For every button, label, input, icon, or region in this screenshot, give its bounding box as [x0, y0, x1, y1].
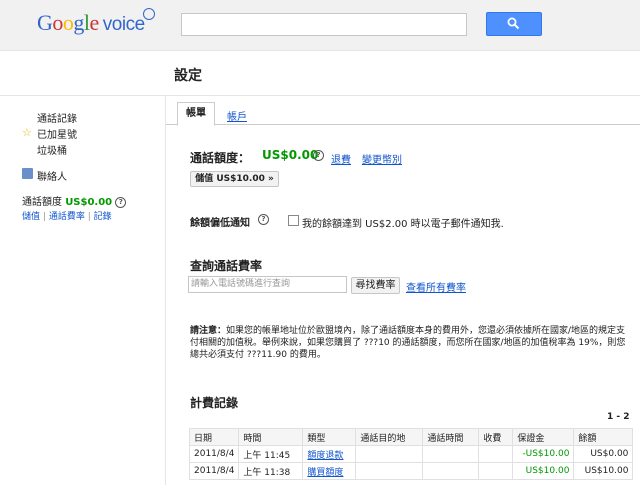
- sidebar-item-history[interactable]: 通話記錄: [37, 110, 77, 125]
- low-balance-checkbox[interactable]: [288, 215, 299, 226]
- cell-deposit: US$10.00: [512, 462, 575, 480]
- history-title: 計費記錄: [190, 396, 239, 410]
- column-header: 餘額: [573, 428, 634, 446]
- all-rates-link[interactable]: 查看所有費率: [406, 279, 466, 294]
- top-bar: Google voice: [0, 0, 640, 51]
- low-balance-label: 餘額偏低通知: [190, 218, 250, 229]
- star-icon: ☆: [22, 126, 32, 139]
- cell-deposit: -US$10.00: [512, 445, 575, 463]
- search-button[interactable]: [486, 12, 542, 36]
- note-label: 請注意：: [190, 326, 227, 336]
- note-text: 如果您的帳單地址位於歐盟境內，除了通話額度本身的費用外，您還必須依據所在國家/地…: [190, 326, 626, 360]
- cell-balance: US$10.00: [573, 462, 634, 480]
- sidebar-history-link[interactable]: 記錄: [94, 212, 112, 222]
- sidebar-item-contacts[interactable]: 聯絡人: [37, 168, 67, 183]
- topup-button[interactable]: 儲值 US$10.00 »: [190, 171, 279, 187]
- change-currency-link[interactable]: 變更幣別: [362, 151, 402, 166]
- column-header: 類型: [302, 428, 357, 446]
- cell-duration: [422, 445, 480, 463]
- separator: |: [87, 212, 91, 222]
- tab-account[interactable]: 帳戶: [227, 108, 247, 123]
- logo-letter: o: [52, 10, 63, 35]
- tab-underline: [166, 124, 640, 125]
- search-input[interactable]: [181, 13, 467, 36]
- column-header: 通話目的地: [355, 428, 424, 446]
- sidebar-credit-links: 儲值 | 通話費率 | 記錄: [22, 209, 112, 222]
- type-link[interactable]: 購買額度: [307, 468, 343, 478]
- column-header: 收費: [478, 428, 514, 446]
- rates-search-input[interactable]: 請輸入電話號碼進行查詢: [188, 276, 347, 293]
- find-rates-button[interactable]: 尋找費率: [351, 277, 400, 294]
- cell-balance: US$0.00: [573, 445, 634, 463]
- logo-letter: g: [73, 10, 84, 35]
- cell-charge: [478, 462, 514, 480]
- logo-voice-text: voice: [102, 14, 145, 35]
- cell-duration: [422, 462, 480, 480]
- phone-waves-icon: [143, 8, 155, 20]
- cell-charge: [478, 445, 514, 463]
- cell-time: 上午 11:45: [238, 445, 304, 463]
- table-row: 2011/8/4 上午 11:45 額度退款 -US$10.00 US$0.00: [188, 445, 634, 463]
- column-header: 時間: [238, 428, 304, 446]
- credit-amount: US$0.00: [262, 148, 319, 162]
- pager: 1 - 2: [607, 412, 630, 422]
- sidebar-rates-link[interactable]: 通話費率: [49, 212, 85, 222]
- logo-letter: e: [89, 10, 100, 35]
- column-header: 日期: [188, 428, 240, 446]
- vat-note: 請注意：如果您的帳單地址位於歐盟境內，除了通話額度本身的費用外，您還必須依據所在…: [190, 325, 630, 361]
- contacts-icon: [22, 168, 33, 179]
- logo-letter: G: [37, 10, 53, 35]
- table-header-row: 日期 時間 類型 通話目的地 通話時間 收費 保證金 餘額: [188, 428, 634, 446]
- cell-type: 額度退款: [302, 445, 357, 463]
- cell-destination: [355, 445, 424, 463]
- column-header: 保證金: [512, 428, 575, 446]
- cell-date: 2011/8/4: [188, 462, 240, 480]
- billing-table: 日期 時間 類型 通話目的地 通話時間 收費 保證金 餘額 2011/8/4 上…: [188, 428, 634, 480]
- refund-link[interactable]: 退費: [331, 151, 351, 166]
- search-icon: [507, 17, 520, 30]
- rates-title: 查詢通話費率: [190, 259, 263, 273]
- cell-time: 上午 11:38: [238, 462, 304, 480]
- help-icon[interactable]: ?: [115, 196, 127, 208]
- sidebar: [0, 96, 166, 485]
- table-row: 2011/8/4 上午 11:38 購買額度 US$10.00 US$10.00: [188, 462, 634, 480]
- sidebar-credit-amount: US$0.00: [65, 197, 113, 208]
- type-link[interactable]: 額度退款: [307, 451, 343, 461]
- sidebar-credit-label: 通話額度 US$0.00 ?: [22, 193, 127, 208]
- sidebar-item-starred[interactable]: 已加星號: [37, 126, 77, 141]
- credit-label: 通話額度：: [190, 151, 251, 165]
- column-header: 通話時間: [422, 428, 480, 446]
- low-balance-text: 我的餘額達到 US$2.00 時以電子郵件通知我.: [302, 219, 504, 230]
- separator: |: [42, 212, 46, 222]
- cell-type: 購買額度: [302, 462, 357, 480]
- sidebar-topup-link[interactable]: 儲值: [22, 212, 40, 222]
- help-icon[interactable]: ?: [313, 150, 324, 161]
- page-title: 設定: [174, 68, 202, 84]
- cell-destination: [355, 462, 424, 480]
- tab-billing[interactable]: 帳單: [177, 102, 215, 126]
- cell-date: 2011/8/4: [188, 445, 240, 463]
- sidebar-item-trash[interactable]: 垃圾桶: [37, 142, 67, 157]
- google-voice-logo[interactable]: Google voice: [37, 10, 145, 36]
- sidebar-credit-label-text: 通話額度: [22, 197, 62, 208]
- help-icon[interactable]: ?: [258, 214, 269, 225]
- logo-letter: o: [62, 10, 74, 35]
